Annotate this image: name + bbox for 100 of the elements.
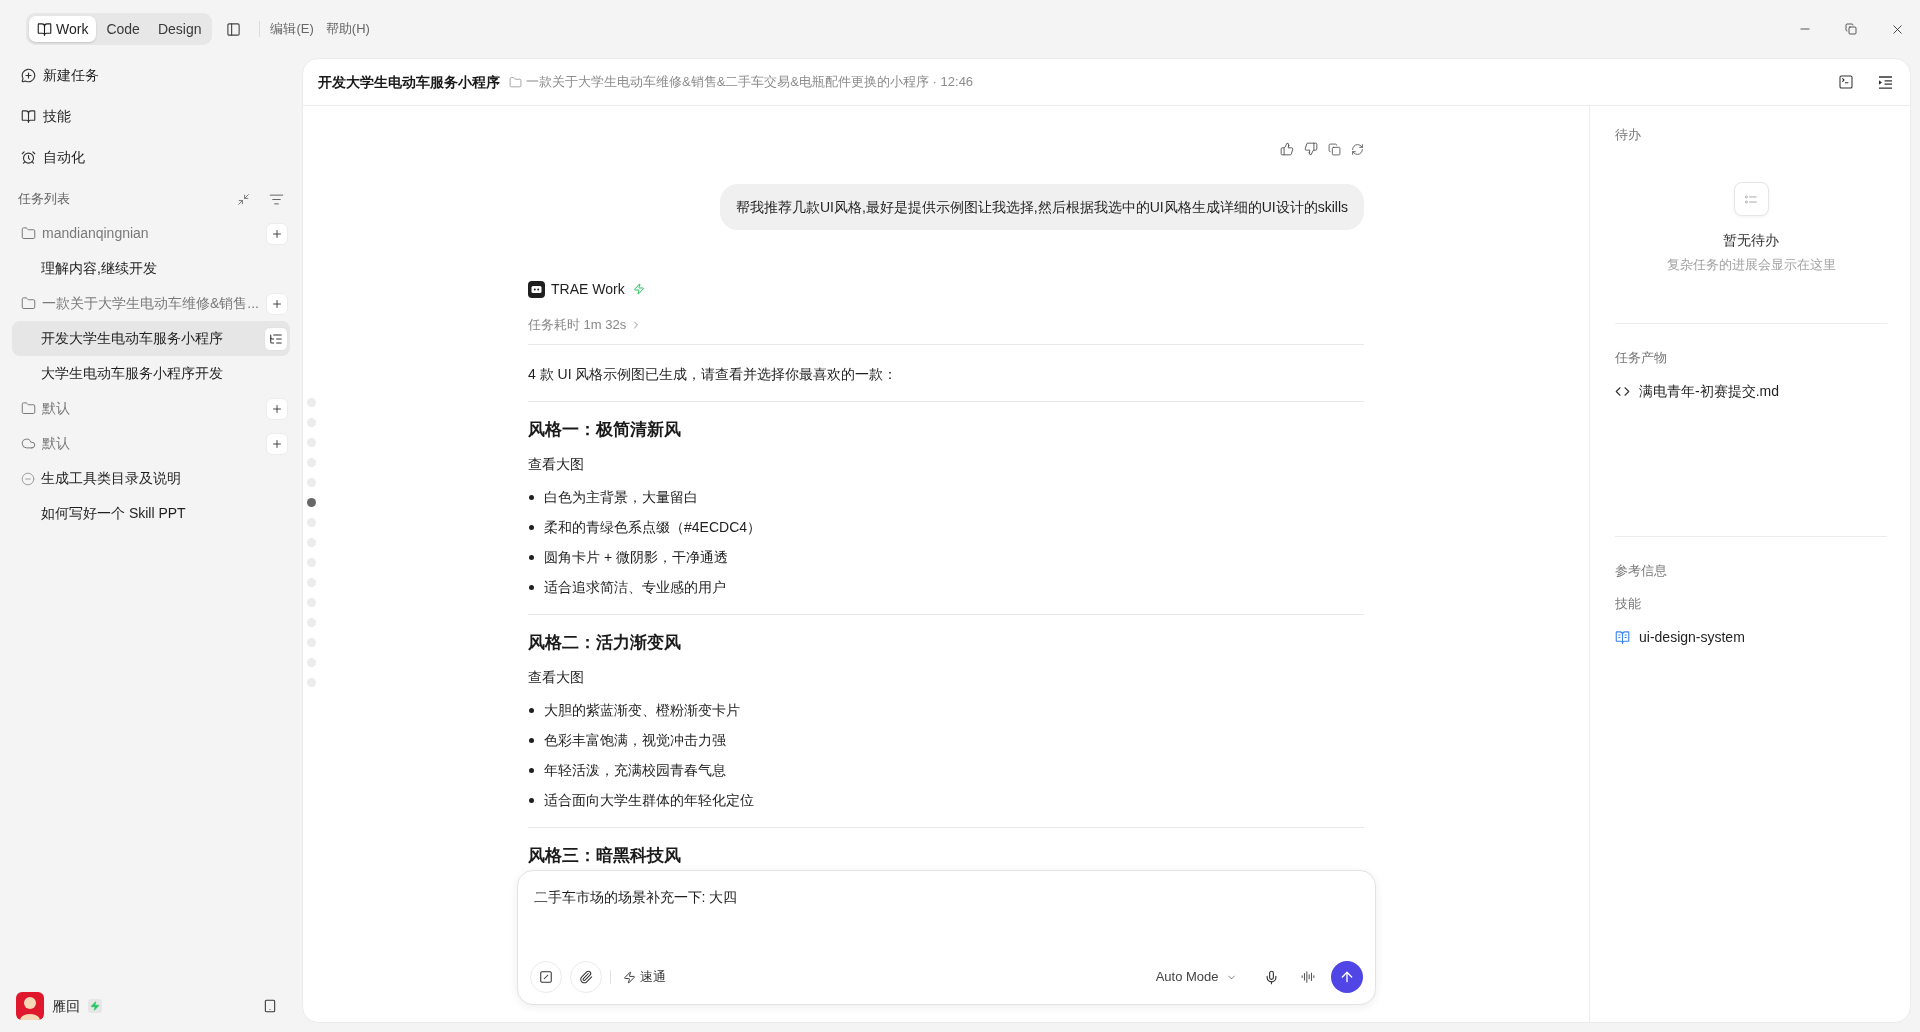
sidebar-nav-item[interactable]: 自动化 [12,140,290,174]
audio-wave-icon[interactable] [1300,970,1315,984]
project-title[interactable]: 默认 [42,433,70,454]
lightning-icon [622,970,636,984]
command-button[interactable] [529,961,562,993]
user-message-bubble: 帮我推荐几款UI风格,最好是提供示例图让我选择,然后根据我选中的UI风格生成详细的UI设计的skills [719,184,1364,230]
attach-button[interactable] [569,961,602,993]
lightning-badge-icon [88,999,102,1013]
skills-subtitle: 技能 [1615,595,1642,613]
folder-icon [21,296,36,311]
bullet-text: 适合面向大学生群体的年轻化定位 [544,791,754,810]
plus-icon [271,437,283,450]
project-title[interactable]: 一款关于大学生电动车维修&销售... [42,293,259,314]
task-item[interactable]: 生成工具类目录及说明 [12,461,290,496]
bullet-icon [529,767,534,773]
thumbs-up-icon[interactable] [1280,142,1294,156]
bullet-text: 柔和的青绿色系点缀（#4ECDC4） [544,518,762,537]
view-image-link[interactable]: 查看大图 [528,453,584,475]
task-list-title: 任务列表 [18,190,70,209]
task-item[interactable]: 开发大学生电动车服务小程序 [12,321,290,356]
lightning-icon [632,283,645,295]
style-heading: 风格一：极简清新风 [528,419,682,441]
view-image-link[interactable]: 查看大图 [528,666,584,688]
mode-tab[interactable]: Design [149,16,210,42]
menu-item[interactable]: 帮助(H) [323,19,372,39]
empty-list-icon [1733,182,1769,216]
add-task-button[interactable] [266,432,288,455]
cloud-icon [21,436,36,451]
avatar-icon[interactable] [16,992,44,1020]
project-title[interactable]: mandianqingnian [42,223,149,244]
todo-title: 待办 [1615,126,1642,144]
tablet-icon[interactable] [263,998,277,1014]
empty-todo-hint: 复杂任务的进展会显示在这里 [1666,256,1836,274]
book-icon [1615,629,1630,645]
book-icon [37,21,52,37]
bullet-icon [529,584,534,590]
bullet-icon [529,524,534,530]
add-task-button[interactable] [266,397,288,420]
bullet-icon [529,737,534,743]
bullet-text: 大胆的紫蓝渐变、橙粉渐变卡片 [544,701,740,720]
sidebar-nav-item[interactable]: 技能 [12,99,290,133]
task-title: 开发大学生电动车服务小程序 [318,72,500,92]
task-outline-button[interactable] [264,326,288,351]
bullet-text: 年轻活泼，充满校园青春气息 [544,761,726,780]
skill-item[interactable]: ui-design-system [1615,627,1745,647]
folder-icon [509,75,522,89]
mode-dropdown[interactable]: Auto Mode [1149,963,1243,991]
task-item[interactable]: 如何写好一个 Skill PPT [12,496,290,531]
bullet-icon [529,494,534,500]
copy-icon[interactable] [1328,142,1341,156]
sidebar-toggle-icon[interactable] [226,21,242,37]
speed-mode-button[interactable]: 速通 [622,963,666,991]
add-task-button[interactable] [266,292,288,315]
bot-logo-icon [528,280,545,298]
bullet-icon [529,554,534,560]
add-task-button[interactable] [266,222,288,245]
bullet-text: 色彩丰富饱满，视觉冲击力强 [544,731,726,750]
plus-icon [271,297,283,310]
intro-text: 4 款 UI 风格示例图已生成，请查看并选择你最喜欢的一款： [528,365,899,384]
minus-circle-icon [21,471,35,486]
project-path: 一款关于大学生电动车维修&销售&二手车交易&电瓶配件更换的小程序 · 12:46 [526,73,974,92]
artifacts-title: 任务产物 [1615,349,1668,367]
list-indent-icon[interactable] [1878,75,1893,89]
filter-icon[interactable] [269,191,284,207]
alarm-clock-icon [21,149,36,165]
project-title[interactable]: 默认 [42,398,70,419]
collapse-icon[interactable] [237,192,250,206]
restore-icon [1845,23,1857,35]
sidebar-nav-item[interactable]: 新建任务 [12,58,290,92]
bullet-text: 圆角卡片 + 微阴影，干净通透 [544,548,728,567]
terminal-icon[interactable] [1838,74,1854,90]
list-tree-icon [269,331,283,346]
task-item[interactable]: 理解内容,继续开发 [12,251,290,286]
book-icon [21,108,36,124]
send-button[interactable] [1330,961,1363,993]
empty-todo-title: 暂无待办 [1723,231,1779,250]
user-name: 雁回 [52,996,80,1016]
slash-icon [538,970,553,984]
style-heading: 风格三：暗黑科技风 [528,845,682,867]
mode-tab[interactable]: Work [29,16,97,42]
paperclip-icon [578,970,593,984]
assistant-name: TRAE Work [551,279,625,299]
task-duration-toggle[interactable]: 任务耗时 1m 32s [528,315,643,335]
microphone-icon[interactable] [1263,969,1279,985]
task-item[interactable]: 大学生电动车服务小程序开发 [12,356,290,391]
bullet-icon [529,797,534,803]
plus-icon [271,402,283,415]
artifact-file-item[interactable]: 满电青年-初赛提交.md [1615,381,1779,401]
bullet-icon [529,707,534,713]
plus-icon [271,227,283,240]
bullet-text: 适合追求简洁、专业感的用户 [544,578,726,597]
mode-tab[interactable]: Code [98,16,148,42]
menu-item[interactable]: 编辑(E) [268,19,316,39]
folder-icon [21,226,36,241]
bullet-text: 白色为主背景，大量留白 [544,488,698,507]
message-input[interactable]: 二手车市场的场景补充一下: 大四 [533,887,1359,961]
refresh-icon[interactable] [1351,142,1364,156]
folder-icon [21,401,36,416]
style-heading: 风格二：活力渐变风 [528,632,682,654]
thumbs-down-icon[interactable] [1304,142,1318,156]
